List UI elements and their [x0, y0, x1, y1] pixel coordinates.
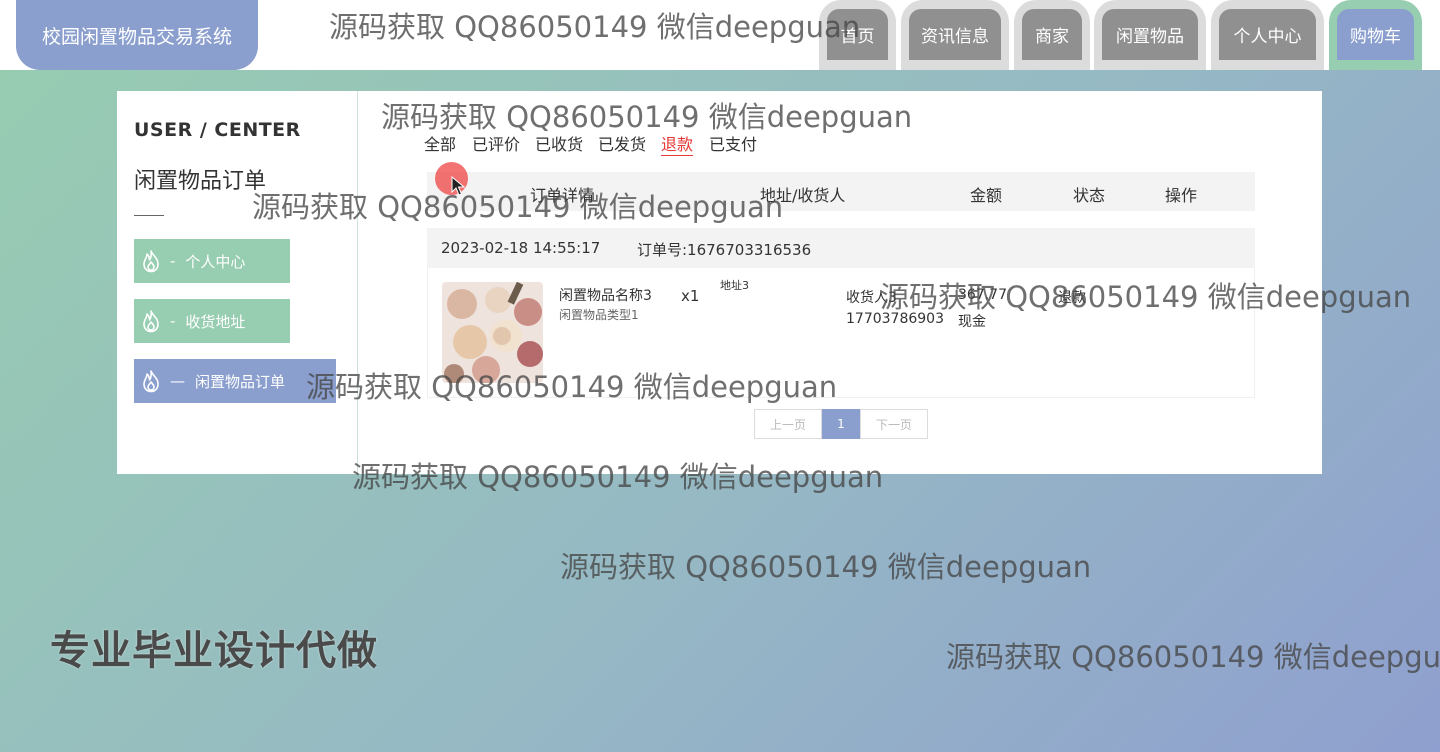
section-title: 闲置物品订单 — [134, 169, 267, 194]
nav-tab-idle-items[interactable]: 闲置物品 — [1094, 0, 1206, 70]
column-amount: 金额 — [970, 186, 1003, 205]
promo-text: 专业毕业设计代做 — [50, 628, 378, 674]
card-divider — [357, 91, 358, 474]
flame-icon — [143, 310, 159, 333]
sidebar-item-prefix: - — [170, 252, 176, 270]
sidebar-item-label: 闲置物品订单 — [195, 372, 286, 391]
nav-tab-cart-label: 购物车 — [1337, 9, 1414, 60]
nav-tab-merchant-label: 商家 — [1022, 9, 1082, 60]
watermark-text: 源码获取 QQ86050149 微信deepguan — [252, 190, 784, 224]
product-name[interactable]: 闲置物品名称3 — [559, 285, 652, 305]
sidebar-item-prefix: — — [170, 372, 185, 390]
watermark-text: 源码获取 QQ86050149 微信deepguan — [560, 550, 1092, 584]
order-group-header: 2023-02-18 14:55:17 订单号:1676703316536 — [427, 228, 1255, 268]
column-status: 状态 — [1073, 186, 1106, 205]
order-number: 订单号:1676703316536 — [637, 241, 812, 259]
nav-tab-merchant[interactable]: 商家 — [1014, 0, 1090, 70]
prev-page-button[interactable]: 上一页 — [754, 409, 822, 439]
nav-tab-user-center-label: 个人中心 — [1219, 9, 1316, 60]
order-address: 地址3 — [720, 279, 749, 292]
watermark-text: 源码获取 QQ86050149 微信deepguan — [381, 100, 913, 134]
nav-tab-news[interactable]: 资讯信息 — [901, 0, 1009, 70]
watermark-text: 源码获取 QQ86050149 微信deepgu — [946, 640, 1440, 674]
sidebar-item-address[interactable]: - 收货地址 — [134, 299, 290, 343]
product-type: 闲置物品类型1 — [559, 308, 639, 322]
watermark-text: 源码获取 QQ86050149 微信deepguan — [880, 280, 1412, 314]
user-center-heading: USER / CENTER — [134, 119, 301, 141]
page-1-button[interactable]: 1 — [822, 409, 860, 439]
title-underline — [134, 215, 164, 216]
pagination: 上一页 1 下一页 — [754, 409, 928, 439]
column-actions: 操作 — [1165, 186, 1198, 205]
sidebar-item-label: 个人中心 — [185, 252, 246, 271]
watermark-text: 源码获取 QQ86050149 微信deepguan — [306, 370, 838, 404]
sidebar-item-user-center[interactable]: - 个人中心 — [134, 239, 290, 283]
nav-tab-news-label: 资讯信息 — [909, 9, 1001, 60]
nav-tab-idle-items-label: 闲置物品 — [1102, 9, 1198, 60]
watermark-text: 源码获取 QQ86050149 微信deepguan — [352, 460, 884, 494]
product-quantity: x1 — [681, 287, 700, 305]
watermark-text: 源码获取 QQ86050149 微信deepguan — [329, 10, 861, 44]
flame-icon — [143, 250, 159, 273]
app-title[interactable]: 校园闲置物品交易系统 — [16, 0, 258, 70]
nav-tab-cart[interactable]: 购物车 — [1329, 0, 1422, 70]
order-date: 2023-02-18 14:55:17 — [441, 239, 601, 257]
nav-tab-user-center[interactable]: 个人中心 — [1211, 0, 1324, 70]
next-page-button[interactable]: 下一页 — [860, 409, 928, 439]
sidebar-item-label: 收货地址 — [185, 312, 246, 331]
sidebar-item-prefix: - — [170, 312, 176, 330]
flame-icon — [143, 370, 159, 393]
